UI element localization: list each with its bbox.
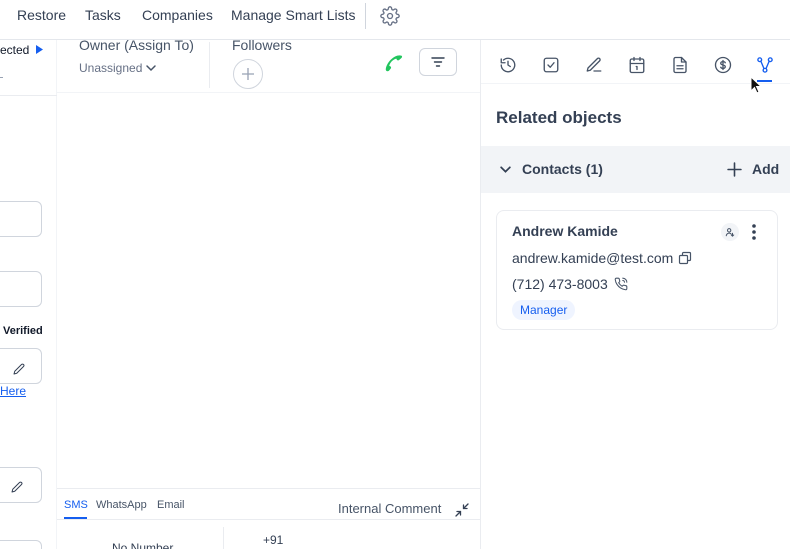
form-field[interactable]	[0, 201, 42, 237]
tab-sms[interactable]: SMS	[64, 499, 88, 511]
gear-icon[interactable]	[380, 6, 400, 26]
nav-restore[interactable]: Restore	[17, 7, 66, 23]
notes-icon[interactable]	[585, 56, 603, 74]
to-number-field[interactable]: +91	[263, 533, 283, 547]
collapse-icon[interactable]	[455, 503, 469, 517]
contact-name[interactable]: Andrew Kamide	[512, 223, 618, 239]
nav-tasks[interactable]: Tasks	[85, 7, 121, 23]
plus-icon	[242, 68, 254, 80]
conversation-panel: Owner (Assign To) Unassigned Followers S…	[57, 37, 480, 549]
contact-email: andrew.kamide@test.com	[512, 250, 674, 266]
tasks-icon[interactable]	[542, 56, 560, 74]
message-composer: SMS WhatsApp Email Internal Comment No N…	[57, 488, 480, 549]
contacts-section-header[interactable]: Contacts (1) Add	[481, 146, 790, 193]
contact-card[interactable]: Andrew Kamide andrew.kamide@test.com (71…	[496, 210, 778, 330]
form-field[interactable]	[0, 271, 42, 307]
nav-companies[interactable]: Companies	[142, 7, 213, 23]
more-options-icon[interactable]	[749, 222, 759, 242]
chevron-down-icon[interactable]	[145, 62, 157, 74]
payments-icon[interactable]	[714, 56, 732, 74]
contacts-section-label: Contacts (1)	[522, 161, 603, 177]
add-follower-button[interactable]	[233, 59, 263, 89]
related-objects-icon[interactable]	[756, 56, 774, 74]
call-icon[interactable]	[383, 52, 405, 74]
form-field[interactable]	[0, 540, 42, 549]
chevron-down-icon[interactable]	[499, 163, 512, 176]
related-objects-title: Related objects	[496, 108, 622, 127]
tab-whatsapp[interactable]: WhatsApp	[96, 499, 147, 511]
pencil-icon[interactable]	[13, 363, 25, 375]
nav-manage-smart-lists[interactable]: Manage Smart Lists	[231, 7, 356, 23]
internal-comment-tab[interactable]: Internal Comment	[338, 501, 441, 516]
activity-icon[interactable]	[499, 56, 517, 74]
contact-role-badge: Manager	[512, 300, 576, 320]
connected-status: ected	[0, 43, 30, 57]
assign-user-button[interactable]	[721, 223, 739, 241]
plus-icon[interactable]	[727, 162, 742, 177]
verified-label: Verified	[3, 325, 43, 337]
user-assign-icon	[725, 228, 735, 237]
sidebar-tabs	[481, 40, 790, 84]
nav-divider	[365, 3, 366, 29]
composer-field-divider	[223, 527, 224, 549]
pencil-icon[interactable]	[11, 481, 23, 493]
top-navigation: Restore Tasks Companies Manage Smart Lis…	[0, 0, 790, 40]
field-fragment	[0, 77, 3, 78]
contact-details-form: ected Verified Here	[0, 40, 57, 549]
here-link[interactable]: Here	[0, 384, 26, 398]
tab-email[interactable]: Email	[157, 499, 185, 511]
contact-phone: (712) 473-8003	[512, 276, 608, 292]
owner-label: Owner (Assign To)	[79, 37, 194, 53]
filter-button[interactable]	[419, 48, 457, 76]
right-sidebar: Related objects Contacts (1) Add Andrew …	[480, 40, 790, 549]
form-divider	[0, 95, 57, 96]
from-number-select[interactable]: No Number	[112, 541, 173, 549]
add-contact-button[interactable]: Add	[752, 161, 779, 177]
followers-label: Followers	[232, 37, 292, 53]
phone-call-icon[interactable]	[614, 277, 628, 291]
conversation-header: Owner (Assign To) Unassigned Followers	[57, 37, 480, 93]
documents-icon[interactable]	[671, 56, 689, 74]
owner-select[interactable]: Unassigned	[79, 61, 142, 75]
header-divider	[209, 42, 210, 88]
mouse-cursor-icon	[750, 76, 762, 94]
filter-icon	[431, 57, 445, 67]
copy-icon[interactable]	[678, 251, 692, 265]
composer-divider	[57, 519, 480, 520]
caret-right-icon[interactable]	[36, 45, 43, 54]
calendar-icon[interactable]	[628, 56, 646, 74]
